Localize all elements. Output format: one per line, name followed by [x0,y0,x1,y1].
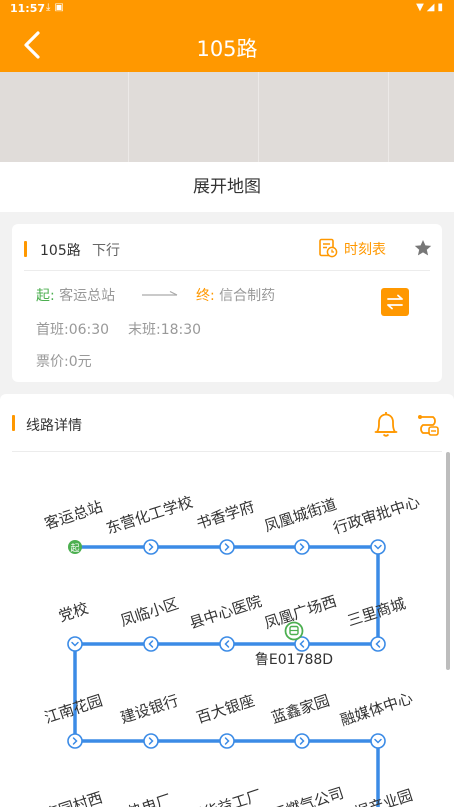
station-node[interactable] [143,636,159,652]
map-view[interactable] [0,72,454,162]
station-node[interactable] [370,539,386,555]
station-label[interactable]: 东营化工学校 [104,493,195,538]
station-label[interactable]: 融媒体中心 [338,689,415,729]
first-bus-row: 首班:06:30 [36,319,109,339]
route-diagram: 客运总站起东营化工学校 书香学府 凤凰城街道行政审批中心三里商城凤凰广场西县中心医院… [42,493,422,807]
station-label[interactable]: 县中心医院 [187,592,264,632]
station-node[interactable] [143,733,159,749]
bell-icon [374,412,398,437]
end-station: 信合制药 [219,288,276,304]
divider [24,270,430,271]
map-tile [0,72,128,162]
station-label[interactable]: 行政审批中心 [331,493,422,538]
route-map-button[interactable] [415,411,441,441]
title-bar: 105路 [0,18,454,72]
route-icon [418,415,439,436]
station-label[interactable]: 党校 [56,599,90,625]
section-accent-bar [24,241,27,257]
station-label[interactable]: 建设银行 [118,691,181,727]
station-node[interactable] [219,636,235,652]
timetable-icon [319,238,338,258]
arrow-right-icon [142,290,178,296]
favorite-button[interactable] [413,238,433,258]
divider [12,451,442,452]
fare-label: 票价: [36,354,69,370]
start-station: 客运总站 [59,288,116,304]
page-title: 105路 [196,37,258,61]
arrival-reminder-button[interactable] [371,409,401,443]
notification-icons: ⤓▣ [46,2,68,13]
details-title: 线路详情 [26,418,82,434]
system-icons: ▼◢▮ [416,2,446,13]
station-label[interactable]: 客运总站 [42,497,105,533]
map-tile [128,72,259,162]
bus-plate-label: 鲁E01788D [255,652,333,668]
map-tile [388,72,454,162]
station-node[interactable] [219,539,235,555]
station-label[interactable]: 天汇燃气公司 [255,784,346,807]
station-node[interactable] [143,539,159,555]
station-node[interactable] [370,636,386,652]
status-time: 11:57 [10,2,46,15]
scrollbar[interactable] [446,452,450,670]
last-bus-label: 末班: [128,322,161,338]
start-station-row: 起: 客运总站 [36,285,115,305]
route-direction: 下行 [92,243,120,259]
end-prefix: 终: [196,288,215,304]
status-bar: 11:57 ⤓▣ ▼◢▮ [0,0,454,18]
last-bus-row: 末班:18:30 [128,319,201,339]
station-label[interactable]: 枣园村西 [42,788,105,807]
last-bus-time: 18:30 [160,322,202,338]
station-node[interactable] [67,733,83,749]
timetable-label: 时刻表 [344,242,386,258]
route-info-card: 105路 下行 时刻表 起: 客运总站 终: 信合制药 首班:06:30 末班:… [12,224,442,382]
station-node[interactable] [294,539,310,555]
swap-icon [387,294,403,310]
route-name: 105路 [40,243,81,259]
station-label[interactable]: 百大银座 [194,691,257,727]
map-tile [258,72,389,162]
fare-value: 0元 [68,354,92,370]
fare-row: 票价:0元 [36,351,92,371]
route-line [73,545,380,807]
first-bus-time: 06:30 [68,322,110,338]
station-node[interactable] [219,733,235,749]
star-icon [414,240,432,256]
station-node[interactable] [294,733,310,749]
station-label[interactable]: 热电厂 [125,791,173,807]
station-label[interactable]: 书香学府 [194,497,257,533]
expand-map-button[interactable]: 展开地图 [0,162,454,212]
station-label[interactable]: 凤临小区 [118,594,181,630]
start-marker-label: 起 [70,543,79,554]
section-accent-bar [12,415,15,431]
station-node[interactable] [370,733,386,749]
station-label[interactable]: 凤凰城街道 [262,495,339,535]
station-node[interactable] [67,636,83,652]
station-label[interactable]: 蓝鑫家园 [269,691,332,727]
start-prefix: 起: [36,288,55,304]
station-label[interactable]: 利华益工厂 [187,786,264,807]
end-station-row: 终: 信合制药 [196,285,275,305]
swap-direction-button[interactable] [381,288,409,316]
first-bus-label: 首班: [36,322,69,338]
